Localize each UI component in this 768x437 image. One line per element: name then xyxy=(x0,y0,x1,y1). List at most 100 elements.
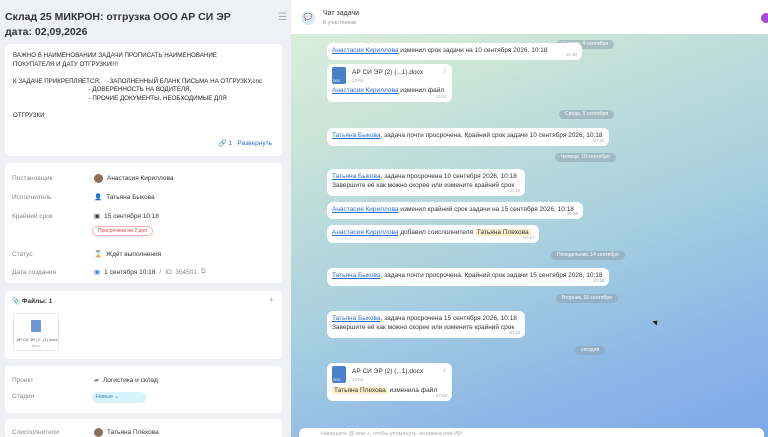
message-time: 10:18 xyxy=(508,330,520,335)
docx-icon xyxy=(31,320,41,332)
message-time: 10:18 xyxy=(592,138,604,143)
task-description: ВАЖНО В НАИМЕНОВАНИИ ЗАДАЧИ ПРОПИСАТЬ НА… xyxy=(5,44,282,156)
file-size: 23 Кб xyxy=(352,78,364,83)
coexecutor-name[interactable]: Татьяна Плехова xyxy=(107,429,159,436)
user-icon: 👤 xyxy=(94,194,103,201)
message-author[interactable]: Анастасия Кириллова xyxy=(332,87,398,94)
chat-participants[interactable]: 8 участников xyxy=(323,20,356,26)
files-card: 📎 Файлы: 1 + АР СИ ЭР (2...(1).docx docx xyxy=(5,291,282,359)
message-time: 10:18 xyxy=(592,278,604,283)
status-value: Ждёт выполнения xyxy=(106,250,162,258)
message-text: Завершите её как можно скорее или измени… xyxy=(332,182,515,189)
message-author[interactable]: Анастасия Кириллова xyxy=(332,206,398,213)
add-file-icon[interactable]: + xyxy=(269,295,274,305)
date-separator: Четверг, 10 сентября xyxy=(555,153,616,162)
message-author[interactable]: Анастасия Кириллова xyxy=(332,229,398,236)
assignee-label: Исполнитель xyxy=(12,193,52,201)
assignee-name[interactable]: Татьяна Быкова xyxy=(106,194,155,201)
task-id: ID: 354501 xyxy=(165,268,198,276)
coexecutor-label: Соисполнители xyxy=(12,429,59,436)
stage-label: Стадия xyxy=(12,393,35,400)
docx-icon[interactable] xyxy=(332,67,346,86)
menu-icon[interactable]: ☰ xyxy=(278,12,287,23)
date-separator: сегодня xyxy=(575,346,606,355)
message-text: , задача почти просрочена. Крайний срок … xyxy=(380,132,603,139)
paperclip-icon: 🔗 xyxy=(218,140,227,148)
chat-message: Анастасия Кириллова добавил соисполнител… xyxy=(327,225,539,243)
message-time: 10:41 xyxy=(435,94,447,99)
task-details-panel: Склад 25 МИКРОН: отгрузка ООО АР СИ ЭР д… xyxy=(0,0,291,437)
chevron-down-icon: ⌄ xyxy=(114,394,120,400)
date-separator: Понедельник, 14 сентября xyxy=(551,251,625,260)
task-title: Склад 25 МИКРОН: отгрузка ООО АР СИ ЭР д… xyxy=(5,11,231,38)
avatar xyxy=(94,428,103,437)
stage-value: Новые xyxy=(96,394,113,400)
message-author[interactable]: Анастасия Кириллова xyxy=(332,47,398,54)
input-placeholder: Напишите @ или +, чтобы упомянуть челове… xyxy=(321,431,463,437)
user-avatar[interactable] xyxy=(761,13,768,23)
message-time: 17:04 xyxy=(435,393,447,398)
expand-label: Развернуть xyxy=(237,140,272,148)
assignee-row: Исполнитель 👤 Татьяна Быкова xyxy=(12,193,277,202)
chat-header: 💬 Чат задачи 8 участников xyxy=(291,0,768,34)
deadline-value[interactable]: 15 сентября 10:18 xyxy=(104,213,159,220)
description-line: ОТГРУЗКИ xyxy=(13,112,45,120)
copy-icon[interactable]: ⧉ xyxy=(201,268,206,276)
docx-icon[interactable] xyxy=(332,366,346,385)
chat-message: Татьяна Быкова, задача почти просрочена.… xyxy=(327,268,609,286)
file-message: АР СИ ЭР (2) (...1).docx 23 Кб ⤓ Анастас… xyxy=(327,64,452,102)
message-text: Завершите её как можно скорее или измени… xyxy=(332,324,515,331)
stage-select[interactable]: Новые ⌄ xyxy=(92,392,146,403)
message-text: , задача просрочена 15 сентября 2026, 10… xyxy=(380,315,517,322)
message-input[interactable]: Напишите @ или +, чтобы упомянуть челове… xyxy=(299,428,764,437)
created-value: 1 сентября 10:18 xyxy=(104,268,156,276)
creator-name[interactable]: Анастасия Кириллова xyxy=(107,175,173,182)
attachment-count: 1 xyxy=(228,140,233,148)
paperclip-icon: 📎 xyxy=(12,298,21,305)
files-count: Файлы: 1 xyxy=(21,298,53,305)
download-icon[interactable]: ⤓ xyxy=(443,67,446,76)
calendar-icon: ▣ xyxy=(94,269,101,276)
file-thumbnail[interactable]: АР СИ ЭР (2...(1).docx docx xyxy=(13,313,59,351)
mouse-cursor xyxy=(652,318,660,326)
calendar-icon: ▣ xyxy=(94,213,101,220)
message-author[interactable]: Татьяна Быкова xyxy=(332,132,381,139)
message-author[interactable]: Татьяна Быкова xyxy=(332,272,381,279)
download-icon[interactable]: ⤓ xyxy=(443,366,446,375)
project-card xyxy=(5,366,282,413)
file-message: АР СИ ЭР (2) (...1).docx 23 Кб ⤓ Татьяна… xyxy=(327,363,452,401)
message-time: 10:18 xyxy=(566,211,578,216)
message-text: изменила файл xyxy=(389,387,438,394)
chat-message: Татьяна Быкова, задача почти просрочена.… xyxy=(327,128,609,146)
coexecutor-row: Соисполнители Татьяна Плехова xyxy=(12,428,277,437)
date-separator: Вторник, 15 сентября xyxy=(556,294,618,303)
task-window: Склад 25 МИКРОН: отгрузка ООО АР СИ ЭР д… xyxy=(0,0,768,437)
files-title: 📎 Файлы: 1 xyxy=(12,297,52,305)
description-line xyxy=(13,69,274,78)
project-value[interactable]: Логистика и склад xyxy=(103,377,158,384)
project-label: Проект xyxy=(12,376,34,384)
message-text: изменил крайний срок задачи на 15 сентяб… xyxy=(400,206,574,213)
file-size: 23 Кб xyxy=(352,377,364,382)
status-label: Статус xyxy=(12,250,33,258)
chat-message: Татьяна Быкова, задача просрочена 15 сен… xyxy=(327,311,525,338)
status-row: Статус ⌛ Ждёт выполнения xyxy=(12,250,277,259)
description-line: ПОКУПАТЕЛЯ И ДАТУ ОТГРУЗКИ!!!! xyxy=(13,60,118,68)
message-text: добавил соисполнителя xyxy=(400,229,473,236)
message-author[interactable]: Татьяна Быкова xyxy=(332,315,381,322)
expand-link[interactable]: 🔗 1 Развернуть xyxy=(219,140,272,149)
user-tag[interactable]: Татьяна Плехова xyxy=(332,387,388,394)
chat-panel: 💬 Чат задачи 8 участников Четверг, 4 сен… xyxy=(291,0,768,437)
message-time: 10:18 xyxy=(508,188,520,193)
description-text: ВАЖНО В НАИМЕНОВАНИИ ЗАДАЧИ ПРОПИСАТЬ НА… xyxy=(13,52,274,121)
description-line: К ЗАДАЧЕ ПРИКРЕПЛЯЕТСЯ: -ЗАПОЛНЕННЫЙ БЛА… xyxy=(13,77,263,85)
folder-icon: ▰ xyxy=(94,377,99,384)
created-label: Дата создания xyxy=(12,268,57,276)
message-text: , задача почти просрочена. Крайний срок … xyxy=(380,272,603,279)
description-line: - ДОВЕРЕННОСТЬ НА ВОДИТЕЛЯ, xyxy=(13,86,192,94)
chat-message: Анастасия Кириллова изменил крайний срок… xyxy=(327,202,583,219)
file-name: АР СИ ЭР (2...(1).docx xyxy=(16,337,58,342)
message-author[interactable]: Татьяна Быкова xyxy=(332,173,381,180)
date-separator: Среда, 9 сентября xyxy=(559,110,615,119)
message-time: 10:42 xyxy=(522,235,534,240)
